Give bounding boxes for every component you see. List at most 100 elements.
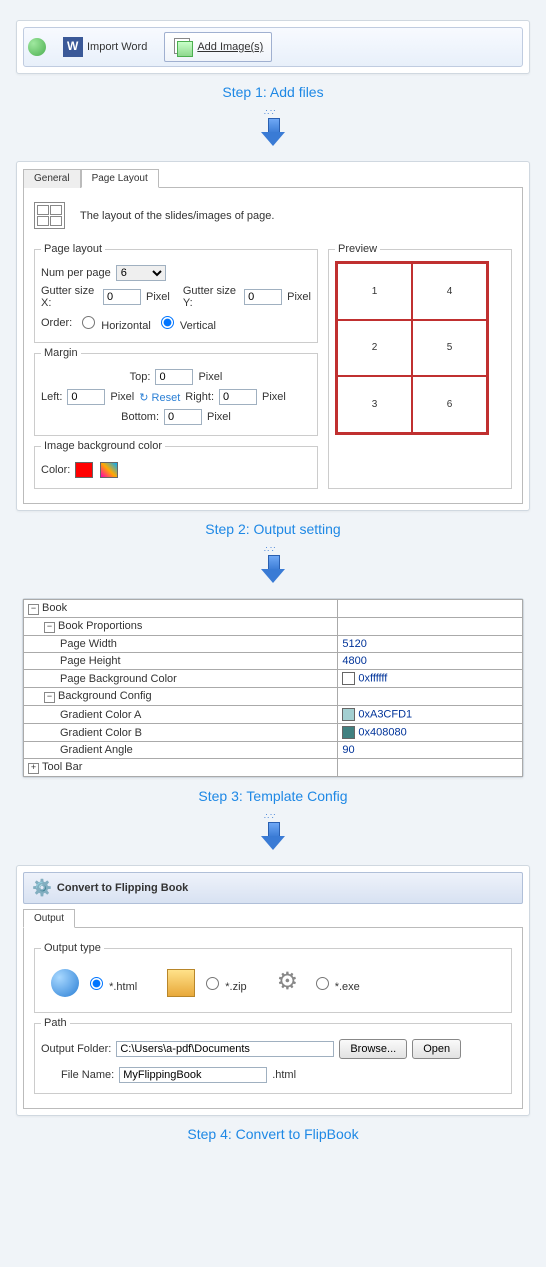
color-swatch[interactable]: [75, 462, 93, 478]
margin-fieldset: Margin Top: Pixel Left: Pixel ↻ Reset Ri…: [34, 347, 318, 436]
tab-page-layout[interactable]: Page Layout: [81, 169, 159, 188]
tab-output[interactable]: Output: [23, 909, 75, 928]
num-per-page-select[interactable]: 6: [116, 265, 166, 281]
arrow-1: ∴∵: [10, 108, 536, 151]
gutter-x-input[interactable]: [103, 289, 141, 305]
config-row[interactable]: −Book: [24, 600, 523, 618]
output-exe[interactable]: *.exe: [311, 974, 360, 993]
margin-left-label: Left:: [41, 391, 62, 403]
layout-thumb-icon: [34, 202, 65, 229]
config-row[interactable]: −Background Config: [24, 688, 523, 706]
color-label: Color:: [41, 464, 70, 476]
config-row[interactable]: Gradient Color B0x408080: [24, 724, 523, 742]
config-row[interactable]: −Book Proportions: [24, 618, 523, 636]
margin-top-label: Top:: [130, 371, 151, 383]
step4-panel: ⚙️ Convert to Flipping Book Output Outpu…: [16, 865, 530, 1116]
preview-grid: 1 4 2 5 3 6: [335, 261, 489, 435]
pixel-label-1: Pixel: [146, 291, 170, 303]
file-name-input[interactable]: [119, 1067, 267, 1083]
config-table: −Book−Book ProportionsPage Width5120Page…: [23, 599, 523, 777]
margin-bottom-input[interactable]: [164, 409, 202, 425]
add-images-label: Add Image(s): [197, 41, 263, 53]
tabs: General Page Layout: [23, 168, 523, 188]
preview-cell: 6: [412, 376, 487, 433]
margin-left-input[interactable]: [67, 389, 105, 405]
bgcolor-legend: Image background color: [41, 440, 165, 452]
step1-panel: Import Word Add Image(s): [16, 20, 530, 74]
gutter-y-input[interactable]: [244, 289, 282, 305]
tree-toggle-icon[interactable]: −: [28, 604, 39, 615]
pixel-label-2: Pixel: [287, 291, 311, 303]
pixel-label-5: Pixel: [262, 391, 286, 403]
globe-icon: [51, 969, 79, 997]
page-layout-legend: Page layout: [41, 243, 105, 255]
config-row[interactable]: Page Width5120: [24, 636, 523, 653]
file-ext: .html: [272, 1069, 296, 1081]
image-icon: [173, 37, 193, 57]
import-word-button[interactable]: Import Word: [54, 32, 156, 62]
preview-fieldset: Preview 1 4 2 5 3 6: [328, 243, 512, 489]
path-legend: Path: [41, 1017, 70, 1029]
output-html[interactable]: *.html: [85, 974, 137, 993]
zip-icon: [167, 969, 195, 997]
tree-toggle-icon[interactable]: +: [28, 763, 39, 774]
pixel-label-4: Pixel: [110, 391, 134, 403]
step1-label: Step 1: Add files: [10, 84, 536, 100]
output-type-fieldset: Output type *.html *.zip *.exe: [34, 942, 512, 1013]
tab-content: The layout of the slides/images of page.…: [23, 188, 523, 504]
config-row[interactable]: Gradient Color A0xA3CFD1: [24, 706, 523, 724]
margin-bottom-label: Bottom:: [121, 411, 159, 423]
step2-panel: General Page Layout The layout of the sl…: [16, 161, 530, 511]
margin-legend: Margin: [41, 347, 81, 359]
output-tabs: Output: [23, 908, 523, 928]
pixel-label-3: Pixel: [198, 371, 222, 383]
gutter-y-label: Gutter size Y:: [183, 285, 239, 309]
preview-cell: 2: [337, 320, 412, 377]
tree-toggle-icon[interactable]: −: [44, 692, 55, 703]
arrow-2: ∴∵: [10, 545, 536, 588]
dialog-title: Convert to Flipping Book: [57, 882, 188, 894]
dialog-title-bar: ⚙️ Convert to Flipping Book: [23, 872, 523, 904]
tab-general[interactable]: General: [23, 169, 81, 188]
step3-panel: −Book−Book ProportionsPage Width5120Page…: [22, 598, 524, 778]
pixel-label-6: Pixel: [207, 411, 231, 423]
path-fieldset: Path Output Folder: Browse... Open File …: [34, 1017, 512, 1094]
step3-label: Step 3: Template Config: [10, 788, 536, 804]
output-zip[interactable]: *.zip: [201, 974, 246, 993]
page-layout-fieldset: Page layout Num per page 6 Gutter size X…: [34, 243, 318, 343]
output-folder-input[interactable]: [116, 1041, 334, 1057]
open-button[interactable]: Open: [412, 1039, 461, 1059]
word-icon: [63, 37, 83, 57]
config-row[interactable]: +Tool Bar: [24, 759, 523, 777]
layout-desc: The layout of the slides/images of page.: [80, 210, 274, 222]
bgcolor-fieldset: Image background color Color:: [34, 440, 318, 489]
preview-cell: 3: [337, 376, 412, 433]
order-vertical[interactable]: Vertical: [156, 313, 216, 332]
tree-toggle-icon[interactable]: −: [44, 622, 55, 633]
preview-cell: 1: [337, 263, 412, 320]
order-horizontal[interactable]: Horizontal: [77, 313, 151, 332]
config-row[interactable]: Page Background Color0xffffff: [24, 670, 523, 688]
reset-button[interactable]: ↻ Reset: [139, 391, 180, 404]
gutter-x-label: Gutter size X:: [41, 285, 98, 309]
margin-right-input[interactable]: [219, 389, 257, 405]
color-swatch: [342, 708, 355, 721]
help-icon[interactable]: [28, 38, 46, 56]
config-row[interactable]: Page Height4800: [24, 653, 523, 670]
add-images-button[interactable]: Add Image(s): [164, 32, 272, 62]
arrow-3: ∴∵: [10, 812, 536, 855]
order-label: Order:: [41, 317, 72, 329]
output-tab-content: Output type *.html *.zip *.exe Path: [23, 928, 523, 1109]
preview-cell: 5: [412, 320, 487, 377]
exe-icon: [277, 969, 305, 997]
margin-top-input[interactable]: [155, 369, 193, 385]
browse-button[interactable]: Browse...: [339, 1039, 407, 1059]
step4-label: Step 4: Convert to FlipBook: [10, 1126, 536, 1142]
color-swatch: [342, 672, 355, 685]
color-picker-icon[interactable]: [100, 462, 118, 478]
preview-legend: Preview: [335, 243, 380, 255]
output-type-legend: Output type: [41, 942, 104, 954]
color-swatch: [342, 726, 355, 739]
toolbar: Import Word Add Image(s): [23, 27, 523, 67]
config-row[interactable]: Gradient Angle90: [24, 742, 523, 759]
